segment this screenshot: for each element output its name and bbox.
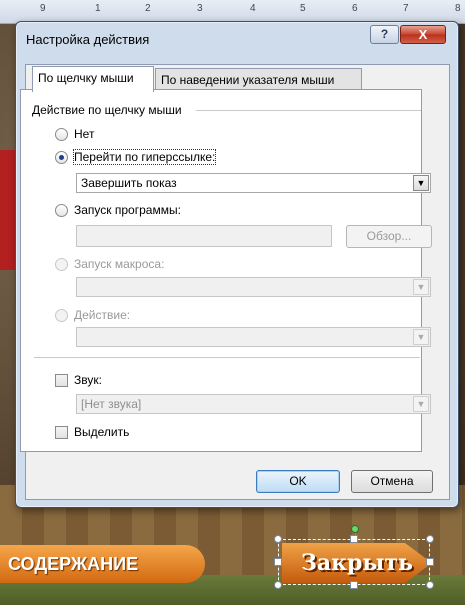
dialog-titlebar[interactable]: Настройка действия ? X: [16, 22, 458, 56]
ruler-number: 8: [455, 3, 461, 14]
close-button[interactable]: X: [400, 25, 446, 44]
resize-handle-left[interactable]: [274, 558, 282, 566]
radio-run-program-label[interactable]: Запуск программы:: [74, 203, 181, 217]
sound-select-value: [Нет звука]: [81, 397, 142, 411]
browse-button[interactable]: Обзор...: [346, 225, 432, 248]
chevron-down-icon[interactable]: ▼: [413, 329, 429, 345]
ruler-number: 6: [352, 3, 358, 14]
hyperlink-select[interactable]: Завершить показ ▼: [76, 173, 431, 193]
resize-handle-right[interactable]: [426, 558, 434, 566]
sound-select[interactable]: [Нет звука] ▼: [76, 394, 431, 414]
rotation-handle[interactable]: [351, 525, 359, 533]
radio-action[interactable]: [55, 309, 68, 322]
resize-handle-top[interactable]: [350, 535, 358, 543]
ruler-number: 3: [197, 3, 203, 14]
radio-hyperlink-label[interactable]: Перейти по гиперссылке:: [72, 149, 217, 165]
chevron-down-icon[interactable]: ▼: [413, 175, 429, 191]
radio-action-label[interactable]: Действие:: [74, 308, 130, 322]
dialog-title: Настройка действия: [26, 32, 150, 47]
tab-label: По щелчку мыши: [38, 71, 134, 85]
radio-none-label[interactable]: Нет: [74, 127, 94, 141]
radio-none[interactable]: [55, 128, 68, 141]
resize-handle-bottom-left[interactable]: [274, 581, 282, 589]
resize-handle-bottom-right[interactable]: [426, 581, 434, 589]
action-select[interactable]: ▼: [76, 327, 431, 347]
hyperlink-select-value: Завершить показ: [81, 176, 177, 190]
help-button[interactable]: ?: [370, 25, 399, 44]
selection-frame: [278, 539, 430, 585]
sound-checkbox[interactable]: [55, 374, 68, 387]
section-divider: [34, 357, 420, 358]
cancel-button[interactable]: Отмена: [351, 470, 433, 493]
highlight-checkbox[interactable]: [55, 426, 68, 439]
resize-handle-bottom[interactable]: [350, 581, 358, 589]
ruler-number: 4: [250, 3, 256, 14]
resize-handle-top-right[interactable]: [426, 535, 434, 543]
radio-run-macro-label[interactable]: Запуск макроса:: [74, 257, 164, 271]
ruler-number: 9: [40, 3, 46, 14]
resize-handle-top-left[interactable]: [274, 535, 282, 543]
sound-checkbox-label[interactable]: Звук:: [74, 373, 102, 387]
highlight-checkbox-label[interactable]: Выделить: [74, 425, 129, 439]
ruler-number: 2: [145, 3, 151, 14]
radio-hyperlink[interactable]: [55, 151, 68, 164]
macro-select[interactable]: ▼: [76, 277, 431, 297]
radio-run-macro[interactable]: [55, 258, 68, 271]
chevron-down-icon[interactable]: ▼: [413, 279, 429, 295]
group-title: Действие по щелчку мыши: [32, 103, 182, 117]
chevron-down-icon[interactable]: ▼: [413, 396, 429, 412]
ruler-number: 5: [300, 3, 306, 14]
slide-content-button[interactable]: СОДЕРЖАНИЕ: [0, 545, 205, 583]
tab-label: По наведении указателя мыши: [161, 73, 335, 87]
group-divider: [196, 110, 421, 111]
program-path-input[interactable]: [76, 225, 332, 247]
radio-run-program[interactable]: [55, 204, 68, 217]
ruler-number: 1: [95, 3, 101, 14]
ok-button[interactable]: OK: [256, 470, 340, 493]
tab-on-click[interactable]: По щелчку мыши: [32, 66, 154, 92]
ruler-number: 7: [403, 3, 409, 14]
